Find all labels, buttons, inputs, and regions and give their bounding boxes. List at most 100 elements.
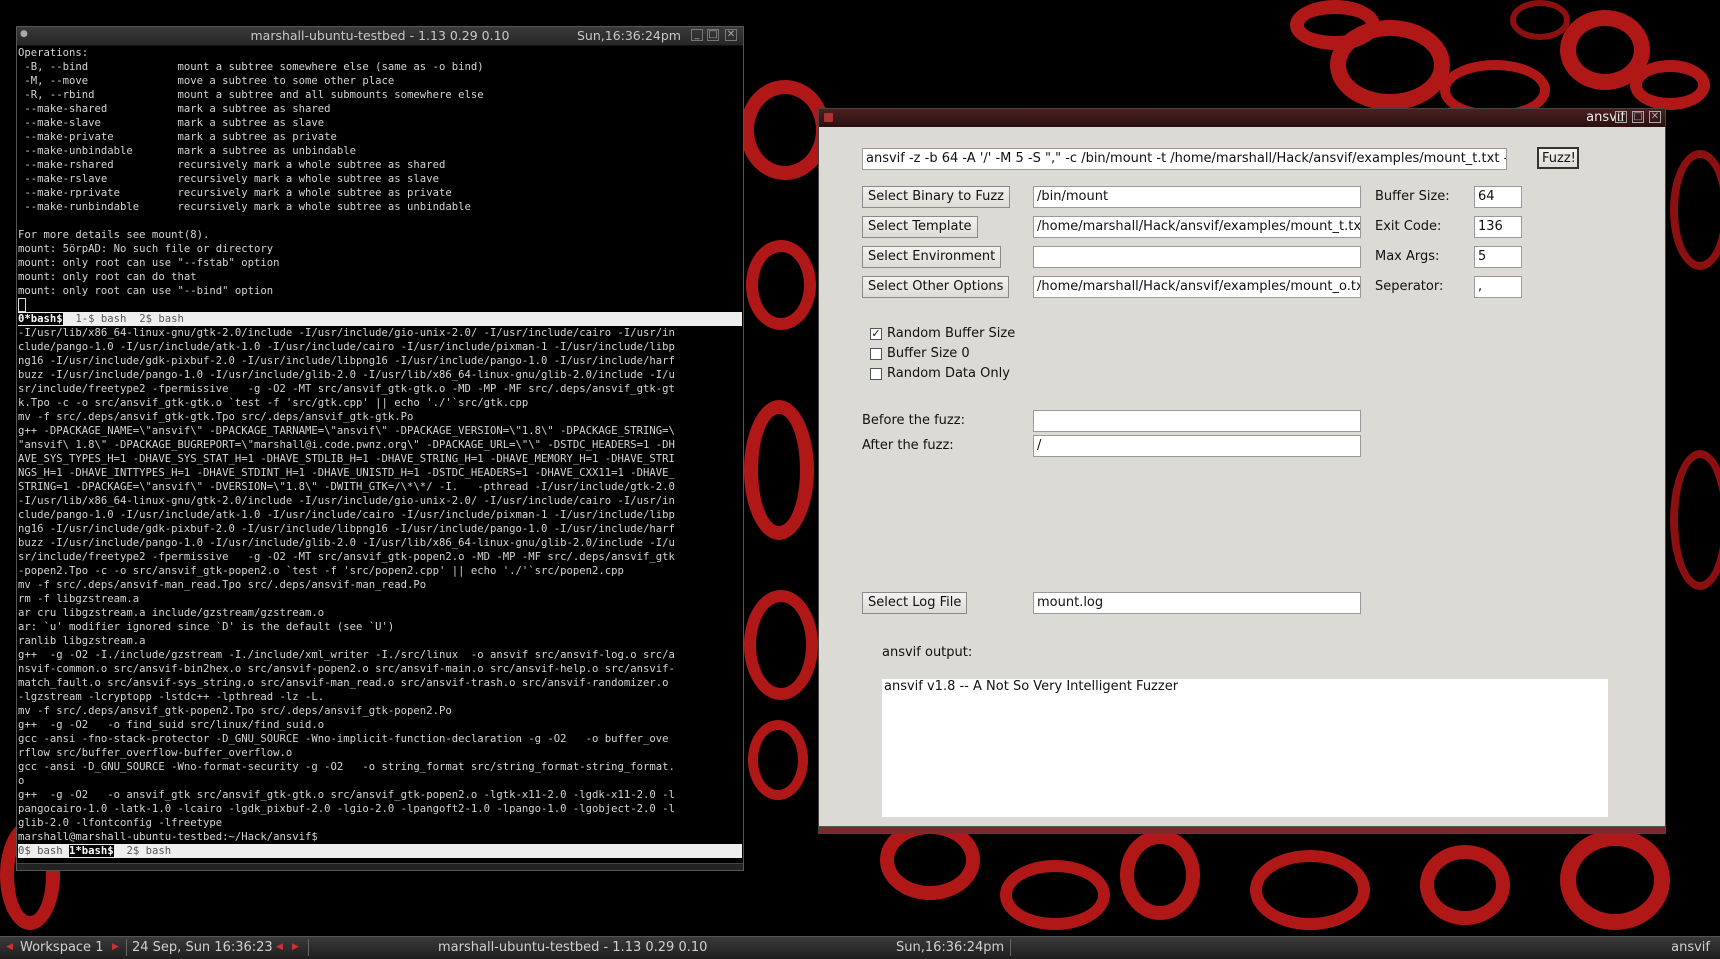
terminal-bottom-pane[interactable]: -I/usr/lib/x86_64-linux-gnu/gtk-2.0/incl…	[18, 326, 742, 844]
close-icon[interactable]: ✕	[725, 29, 737, 41]
cursor	[18, 298, 26, 312]
terminal-line: o	[18, 775, 25, 787]
before-fuzz-field[interactable]	[1033, 410, 1361, 432]
terminal-line: ng16 -I/usr/include/gdk-pixbuf-2.0 -I/us…	[18, 523, 675, 535]
buffer-size-label: Buffer Size:	[1375, 189, 1450, 204]
terminal-line: -popen2.Tpo -c -o src/ansvif_gtk-popen2.…	[18, 565, 624, 577]
terminal-line: sr/include/freetype2 -fpermissive -g -O2…	[18, 551, 675, 563]
terminal-line: ar cru libgzstream.a include/gzstream/gz…	[18, 607, 325, 619]
terminal-line: rflow src/buffer_overflow-buffer_overflo…	[18, 747, 293, 759]
exit-code-label: Exit Code:	[1375, 219, 1442, 234]
terminal-line: nsvif-common.o src/ansvif-bin2hex.o src/…	[18, 663, 675, 675]
minimize-icon[interactable]: _	[1615, 111, 1627, 123]
separator-field[interactable]: ,	[1474, 276, 1522, 298]
screen-window-list[interactable]: 1-$ bash 2$ bash	[63, 313, 183, 325]
ansvif-titlebar[interactable]: ansvif _ □ ✕	[819, 109, 1665, 127]
terminal-line: mount: only root can use "--bind" option	[18, 285, 274, 297]
select-template-button[interactable]: Select Template	[862, 216, 978, 238]
terminal-line: g++ -g -O2 -o ansvif_gtk src/ansvif_gtk-…	[18, 789, 675, 801]
random-buffer-size-checkbox[interactable]: ✓	[870, 328, 882, 340]
log-file-field[interactable]: mount.log	[1033, 592, 1361, 614]
taskbar-window-title[interactable]: marshall-ubuntu-testbed - 1.13 0.29 0.10	[438, 940, 707, 955]
terminal-line: AVE_SYS_TYPES_H=1 -DHAVE_SYS_STAT_H=1 -D…	[18, 453, 675, 465]
screen-window-active[interactable]: 1*bash$	[69, 845, 114, 857]
terminal-line: -R, --rbind mount a subtree and all subm…	[18, 89, 484, 101]
after-fuzz-label: After the fuzz:	[862, 438, 954, 453]
terminal-line: gcc -ansi -fno-stack-protector -D_GNU_SO…	[18, 733, 669, 745]
terminal-line: mount: only root can do that	[18, 271, 197, 283]
ansvif-scrollbar[interactable]	[819, 826, 1665, 833]
close-icon[interactable]: ✕	[1649, 111, 1661, 123]
terminal-scrollbar[interactable]	[17, 863, 743, 870]
after-fuzz-field[interactable]: /	[1033, 435, 1361, 457]
output-textview[interactable]: ansvif v1.8 -- A Not So Very Intelligent…	[882, 679, 1608, 817]
select-binary-button[interactable]: Select Binary to Fuzz	[862, 186, 1010, 208]
command-line-field[interactable]: ansvif -z -b 64 -A '/' -M 5 -S "," -c /b…	[862, 148, 1507, 170]
minimize-icon[interactable]: _	[691, 29, 703, 41]
screen-window-list[interactable]: 2$ bash	[114, 845, 171, 857]
terminal-line: -M, --move move a subtree to some other …	[18, 75, 395, 87]
terminal-line: --make-rslave recursively mark a whole s…	[18, 173, 439, 185]
client-prev-icon[interactable]: ◀	[276, 942, 283, 952]
terminal-line: -B, --bind mount a subtree somewhere els…	[18, 61, 484, 73]
maximize-icon[interactable]: □	[707, 29, 719, 41]
client-next-icon[interactable]: ▶	[292, 942, 299, 952]
ansvif-window[interactable]: ansvif _ □ ✕ ansvif -z -b 64 -A '/' -M 5…	[818, 108, 1666, 834]
maximize-icon[interactable]: □	[1632, 111, 1644, 123]
exit-code-field[interactable]: 136	[1474, 216, 1522, 238]
taskbar-active-app[interactable]: ansvif	[1671, 940, 1710, 955]
terminal-titlebar[interactable]: ● marshall-ubuntu-testbed - 1.13 0.29 0.…	[17, 27, 743, 46]
terminal-top-pane[interactable]: Operations: -B, --bind mount a subtree s…	[18, 46, 742, 298]
terminal-line: glib-2.0 -lfontconfig -lfreetype	[18, 817, 223, 829]
separator-label: Seperator:	[1375, 279, 1444, 294]
max-args-field[interactable]: 5	[1474, 246, 1522, 268]
output-label: ansvif output:	[882, 645, 973, 660]
terminal-title-clock: Sun,16:36:24pm	[576, 28, 681, 43]
template-field[interactable]: /home/marshall/Hack/ansvif/examples/moun…	[1033, 216, 1361, 238]
terminal-line: ar: `u' modifier ignored since `D' is th…	[18, 621, 395, 633]
screen-status-bar-bottom: 0$ bash 1*bash$ 2$ bash	[18, 844, 742, 858]
terminal-line: --make-private mark a subtree as private	[18, 131, 337, 143]
divider	[308, 939, 309, 956]
terminal-window[interactable]: ● marshall-ubuntu-testbed - 1.13 0.29 0.…	[16, 26, 744, 871]
terminal-line: pangocairo-1.0 -latk-1.0 -lcairo -lgdk_p…	[18, 803, 675, 815]
terminal-line: gcc -ansi -D_GNU_SOURCE -Wno-format-secu…	[18, 761, 675, 773]
output-text: ansvif v1.8 -- A Not So Very Intelligent…	[884, 679, 1179, 694]
window-menu-icon[interactable]	[824, 113, 833, 122]
buffer-size-field[interactable]: 64	[1474, 186, 1522, 208]
divider	[1010, 939, 1011, 956]
select-log-button[interactable]: Select Log File	[862, 592, 968, 614]
terminal-line: --make-rprivate recursively mark a whole…	[18, 187, 452, 199]
fuzz-button[interactable]: Fuzz!	[1537, 147, 1579, 169]
random-buffer-size-label: Random Buffer Size	[887, 326, 1016, 341]
terminal-body[interactable]: Operations: -B, --bind mount a subtree s…	[18, 46, 742, 862]
workspace-next-icon[interactable]: ▶	[112, 942, 119, 952]
select-environment-button[interactable]: Select Environment	[862, 246, 1002, 268]
terminal-line: k.Tpo -c -o src/ansvif_gtk-gtk.o `test -…	[18, 397, 529, 409]
terminal-line: STRING=1 -DPACKAGE=\"ansvif\" -DVERSION=…	[18, 481, 675, 493]
workspace-name[interactable]: Workspace 1	[20, 940, 103, 955]
terminal-line: g++ -g -O2 -o find_suid src/linux/find_s…	[18, 719, 325, 731]
terminal-line: --make-runbindable recursively mark a wh…	[18, 201, 471, 213]
other-options-field[interactable]: /home/marshall/Hack/ansvif/examples/moun…	[1033, 276, 1361, 298]
buffer-size-zero-checkbox[interactable]	[870, 348, 882, 360]
terminal-line: g++ -DPACKAGE_NAME=\"ansvif\" -DPACKAGE_…	[18, 425, 675, 437]
terminal-line: --make-slave mark a subtree as slave	[18, 117, 325, 129]
terminal-line: mount: only root can use "--fstab" optio…	[18, 257, 280, 269]
screen-window-0[interactable]: 0$ bash	[18, 845, 69, 857]
terminal-line: -I/usr/lib/x86_64-linux-gnu/gtk-2.0/incl…	[18, 327, 675, 339]
environment-field[interactable]	[1033, 246, 1361, 268]
screen-window-active[interactable]: 0*bash$	[18, 313, 63, 325]
binary-field[interactable]: /bin/mount	[1033, 186, 1361, 208]
terminal-line: mv -f src/.deps/ansvif_gtk-popen2.Tpo sr…	[18, 705, 452, 717]
random-data-only-checkbox[interactable]	[870, 368, 882, 380]
max-args-label: Max Args:	[1375, 249, 1440, 264]
terminal-line: clude/pango-1.0 -I/usr/include/atk-1.0 -…	[18, 341, 675, 353]
buffer-size-zero-label: Buffer Size 0	[887, 346, 970, 361]
select-other-options-button[interactable]: Select Other Options	[862, 276, 1010, 298]
random-data-only-label: Random Data Only	[887, 366, 1010, 381]
terminal-line: ranlib libgzstream.a	[18, 635, 146, 647]
divider	[126, 939, 127, 956]
workspace-prev-icon[interactable]: ◀	[6, 942, 13, 952]
